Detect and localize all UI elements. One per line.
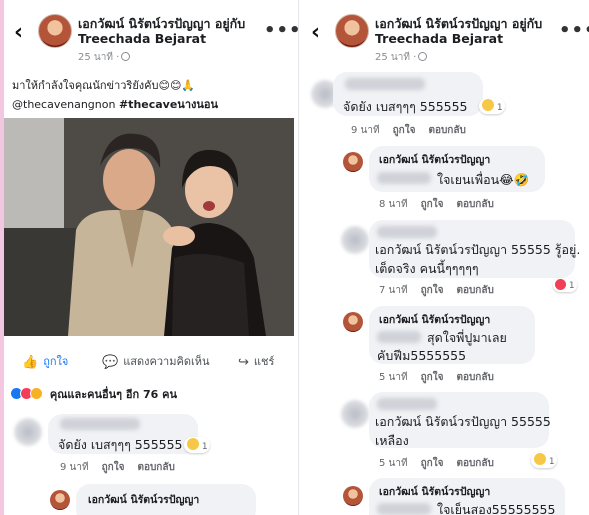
globe-icon xyxy=(418,52,428,61)
post-photo[interactable] xyxy=(4,118,294,336)
share-icon: ↪ xyxy=(238,355,249,370)
reply-author[interactable]: เอกวัฒน์ นิรัตน์วรปัญญา xyxy=(379,151,490,168)
comment-text: ใจเยนเพื่อน😂🤣 xyxy=(437,172,530,187)
comment-meta: 9 นาที ถูกใจ ตอบกลับ xyxy=(60,462,175,473)
blurred-mention xyxy=(377,503,431,515)
blurred-mention xyxy=(377,172,431,184)
post-header: ‹ เอกวัฒน์ นิรัตน์วรปัญญา อยู่กับ Treech… xyxy=(0,0,298,64)
reply-author[interactable]: เอกวัฒน์ นิรัตน์วรปัญญา xyxy=(379,311,490,328)
reaction-summary[interactable]: คุณและคนอื่นๆ อีก 76 คน xyxy=(10,385,177,403)
comment-like-link[interactable]: ถูกใจ xyxy=(421,372,444,383)
comment-text-line1: เอกวัฒน์ นิรัตน์วรปัญญา 55555 รู้อยู่. xyxy=(375,242,581,257)
laugh-emoji-icon xyxy=(187,438,199,450)
comment-meta: 5 นาที ถูกใจ ตอบกลับ xyxy=(379,458,494,469)
comment-reply-link[interactable]: ตอบกลับ xyxy=(456,285,493,296)
more-icon[interactable]: ••• xyxy=(559,22,589,40)
love-reaction-icon xyxy=(555,279,566,290)
back-arrow-icon[interactable]: ‹ xyxy=(311,22,320,44)
post-time: 25 นาที · xyxy=(78,50,131,65)
owner-avatar[interactable] xyxy=(343,312,363,332)
comment-reply-link[interactable]: ตอบกลับ xyxy=(456,199,493,210)
wow-reaction-icon xyxy=(30,387,43,400)
like-button[interactable]: 👍 ถูกใจ xyxy=(22,352,68,370)
post-tags: @thecavenangnon #thecaveนางนอน xyxy=(12,95,218,113)
comment-like-link[interactable]: ถูกใจ xyxy=(421,199,444,210)
share-button[interactable]: ↪ แชร์ xyxy=(238,352,274,370)
photo-illustration xyxy=(4,118,294,336)
comment-reply-link[interactable]: ตอบกลับ xyxy=(456,372,493,383)
laugh-emoji-icon xyxy=(482,99,494,111)
comment-text-line2: เหลือง xyxy=(375,433,409,448)
comment-text: จัดยัง เบสๆๆๆ 555555 xyxy=(58,437,183,452)
comment-reply-link[interactable]: ตอบกลับ xyxy=(137,462,174,473)
blurred-name xyxy=(377,398,437,410)
comment-text: ใจเย็นสอง55555555 xyxy=(437,502,556,515)
comment-reply-link[interactable]: ตอบกลับ xyxy=(456,458,493,469)
avatar[interactable] xyxy=(335,14,369,48)
commenter-avatar[interactable] xyxy=(14,418,42,446)
comment-text-line1: เอกวัฒน์ นิรัตน์วรปัญญา 55555 xyxy=(375,414,551,429)
mention-link[interactable]: @thecavenangnon xyxy=(12,98,115,111)
comment-text-line2: เต็ดจริง คนนี้ๆๆๆๆๆ xyxy=(375,261,479,276)
avatar[interactable] xyxy=(38,14,72,48)
post-actions: 👍 ถูกใจ 💬 แสดงความคิดเห็น ↪ แชร์ xyxy=(0,346,298,372)
comment-meta: 7 นาที ถูกใจ ตอบกลับ xyxy=(379,285,494,296)
post-caption: มาให้กำลังใจคุณนักข่าวริยังคับ😊😊🙏 xyxy=(12,79,196,92)
reply-author[interactable]: เอกวัฒน์ นิรัตน์วรปัญญา xyxy=(88,491,199,508)
comment-icon: 💬 xyxy=(102,355,119,370)
comment-like-link[interactable]: ถูกใจ xyxy=(393,125,416,136)
tagged-name[interactable]: Treechada Bejarat xyxy=(78,31,206,46)
comment-text: จัดยัง เบสๆๆๆ 555555 xyxy=(343,99,468,114)
hashtag-link[interactable]: #thecaveนางนอน xyxy=(119,98,218,111)
blurred-name xyxy=(377,226,437,238)
laugh-emoji-icon xyxy=(534,453,546,465)
blurred-mention xyxy=(377,331,421,343)
globe-icon xyxy=(121,52,131,61)
right-screenshot: ‹ เอกวัฒน์ นิรัตน์วรปัญญา อยู่กับ Treech… xyxy=(298,0,589,515)
comment-reply-link[interactable]: ตอบกลับ xyxy=(428,125,465,136)
owner-avatar[interactable] xyxy=(50,490,70,510)
comment-text-line1: สุดใจพี่ปูมาเลย xyxy=(427,330,507,345)
comment-reaction-badge[interactable]: 1 xyxy=(184,437,210,453)
owner-avatar[interactable] xyxy=(343,152,363,172)
post-header: ‹ เอกวัฒน์ นิรัตน์วรปัญญา อยู่กับ Treech… xyxy=(299,0,589,64)
back-arrow-icon[interactable]: ‹ xyxy=(14,22,23,44)
comment-meta: 5 นาที ถูกใจ ตอบกลับ xyxy=(379,372,494,383)
comment-reaction-badge[interactable]: 1 xyxy=(553,278,577,292)
blurred-name xyxy=(60,418,140,430)
tagged-name[interactable]: Treechada Bejarat xyxy=(375,31,503,46)
comment-reaction-badge[interactable]: 1 xyxy=(479,98,505,114)
comment-like-link[interactable]: ถูกใจ xyxy=(102,462,125,473)
comment-button[interactable]: 💬 แสดงความคิดเห็น xyxy=(102,352,210,370)
post-time: 25 นาที · xyxy=(375,50,428,65)
comment-meta: 9 นาที ถูกใจ ตอบกลับ xyxy=(351,125,466,136)
reply-author[interactable]: เอกวัฒน์ นิรัตน์วรปัญญา xyxy=(379,483,490,500)
comment-reaction-badge[interactable]: 1 xyxy=(531,452,557,468)
comment-text-line2: คับฟีม5555555 xyxy=(377,348,467,363)
commenter-avatar[interactable] xyxy=(341,226,369,254)
thumbs-up-icon: 👍 xyxy=(22,355,39,370)
comment-meta: 8 นาที ถูกใจ ตอบกลับ xyxy=(379,199,494,210)
left-screenshot: ‹ เอกวัฒน์ นิรัตน์วรปัญญา อยู่กับ Treech… xyxy=(0,0,298,515)
comment-like-link[interactable]: ถูกใจ xyxy=(421,285,444,296)
blurred-name xyxy=(345,78,425,90)
more-icon[interactable]: ••• xyxy=(264,22,298,40)
commenter-avatar[interactable] xyxy=(341,400,369,428)
comment-like-link[interactable]: ถูกใจ xyxy=(421,458,444,469)
owner-avatar[interactable] xyxy=(343,486,363,506)
